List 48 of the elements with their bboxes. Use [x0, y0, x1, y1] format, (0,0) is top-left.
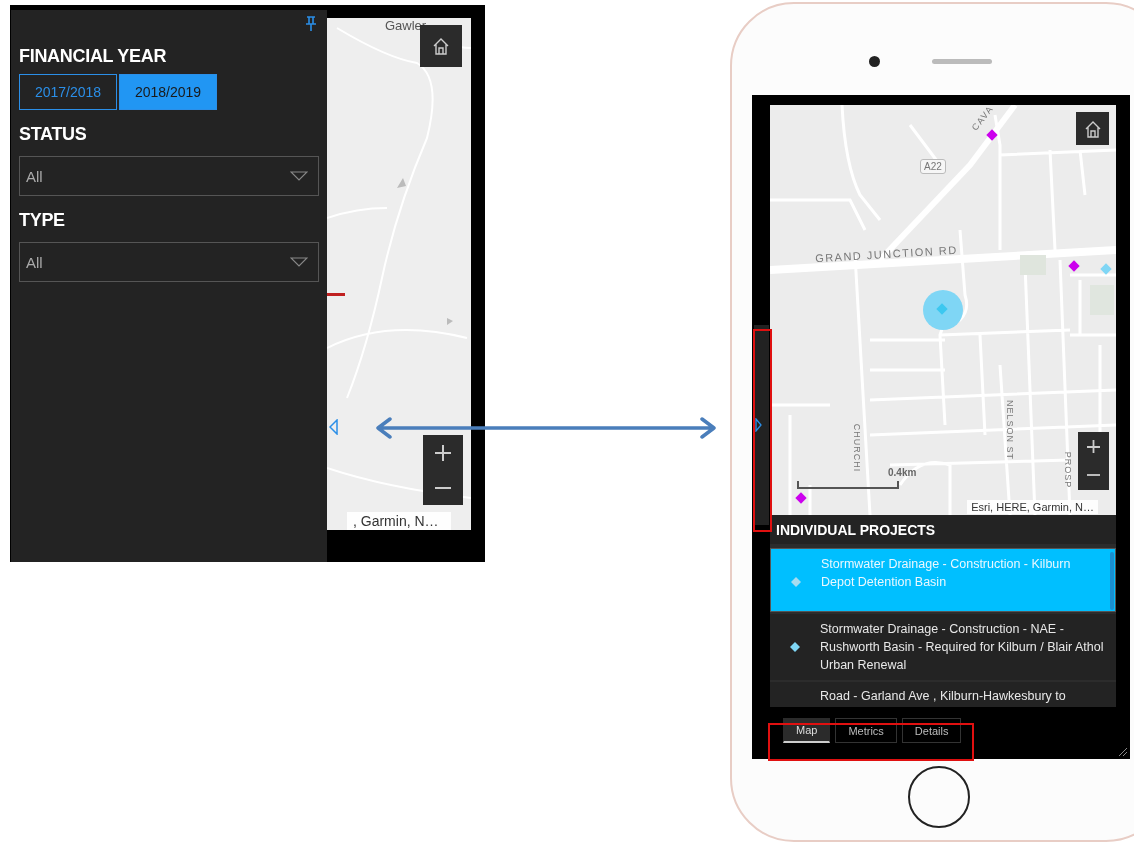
map-marker[interactable]: [795, 492, 807, 504]
year-toggle-button[interactable]: 2017/2018: [19, 74, 117, 110]
map-attribution: Esri, HERE, Garmin, N…: [967, 500, 1098, 514]
project-list-item[interactable]: Road - Garland Ave , Kilburn-Hawkesbury to: [770, 682, 1116, 707]
filter-label: STATUS: [19, 124, 88, 145]
pin-icon: [305, 16, 317, 32]
zoom-in-button[interactable]: [423, 435, 463, 470]
filter-label: TYPE: [19, 210, 66, 231]
dropdown-value: All: [26, 253, 43, 271]
zoom-out-button[interactable]: [1078, 461, 1109, 490]
home-button[interactable]: [1076, 112, 1109, 145]
project-list-item[interactable]: Stormwater Drainage - Construction - NAE - Rushworth Basin - Required for Kilburn / Blair Athol Urban Renewal: [770, 614, 1116, 680]
zoom-in-button[interactable]: [1078, 432, 1109, 461]
collapse-arrow-icon[interactable]: [329, 419, 338, 435]
camera-icon: [869, 56, 880, 67]
road-shield: A22: [920, 159, 946, 174]
street-label: NELSON ST: [1005, 400, 1015, 460]
project-name: Stormwater Drainage - Construction - NAE - Rushworth Basin - Required for Kilburn / Blair Athol Urban Renewal: [820, 621, 1105, 674]
tab[interactable]: Details: [901, 718, 962, 743]
resize-grip-icon: [1116, 745, 1128, 757]
street-label: CHURCHI: [852, 423, 863, 473]
expand-arrow-icon: [755, 418, 762, 432]
map-marker[interactable]: [1100, 263, 1112, 275]
map-marker[interactable]: [1068, 260, 1080, 272]
diamond-icon: [790, 642, 800, 652]
home-button[interactable]: [908, 766, 970, 828]
tab[interactable]: Metrics: [835, 718, 897, 743]
zoom-out-button[interactable]: [423, 470, 463, 505]
tab[interactable]: Map: [783, 718, 831, 743]
street-label: GRAND JUNCTION RD: [814, 243, 959, 265]
dropdown-field[interactable]: All: [19, 242, 319, 282]
caret-icon: [290, 257, 308, 267]
dropdown-field[interactable]: All: [19, 156, 319, 196]
filter-label: FINANCIAL YEAR: [19, 46, 168, 67]
map-marker[interactable]: [936, 303, 948, 315]
diamond-icon: [791, 577, 801, 587]
year-toggle-button[interactable]: 2018/2019: [119, 74, 217, 110]
dropdown-value: All: [26, 167, 43, 185]
scrollbar-thumb[interactable]: [1110, 552, 1114, 610]
project-name: Stormwater Drainage - Construction - Kilburn Depot Detention Basin: [821, 556, 1072, 591]
speaker-icon: [932, 59, 992, 64]
project-name: Road - Garland Ave , Kilburn-Hawkesbury to: [820, 688, 1066, 705]
list-title: INDIVIDUAL PROJECTS: [770, 515, 1116, 544]
map-marker[interactable]: [986, 129, 998, 141]
scale-label: 0.4km: [888, 467, 917, 478]
map-attribution: , Garmin, N…: [347, 512, 451, 530]
caret-icon: [290, 171, 308, 181]
street-label: PROSP: [1063, 451, 1074, 489]
